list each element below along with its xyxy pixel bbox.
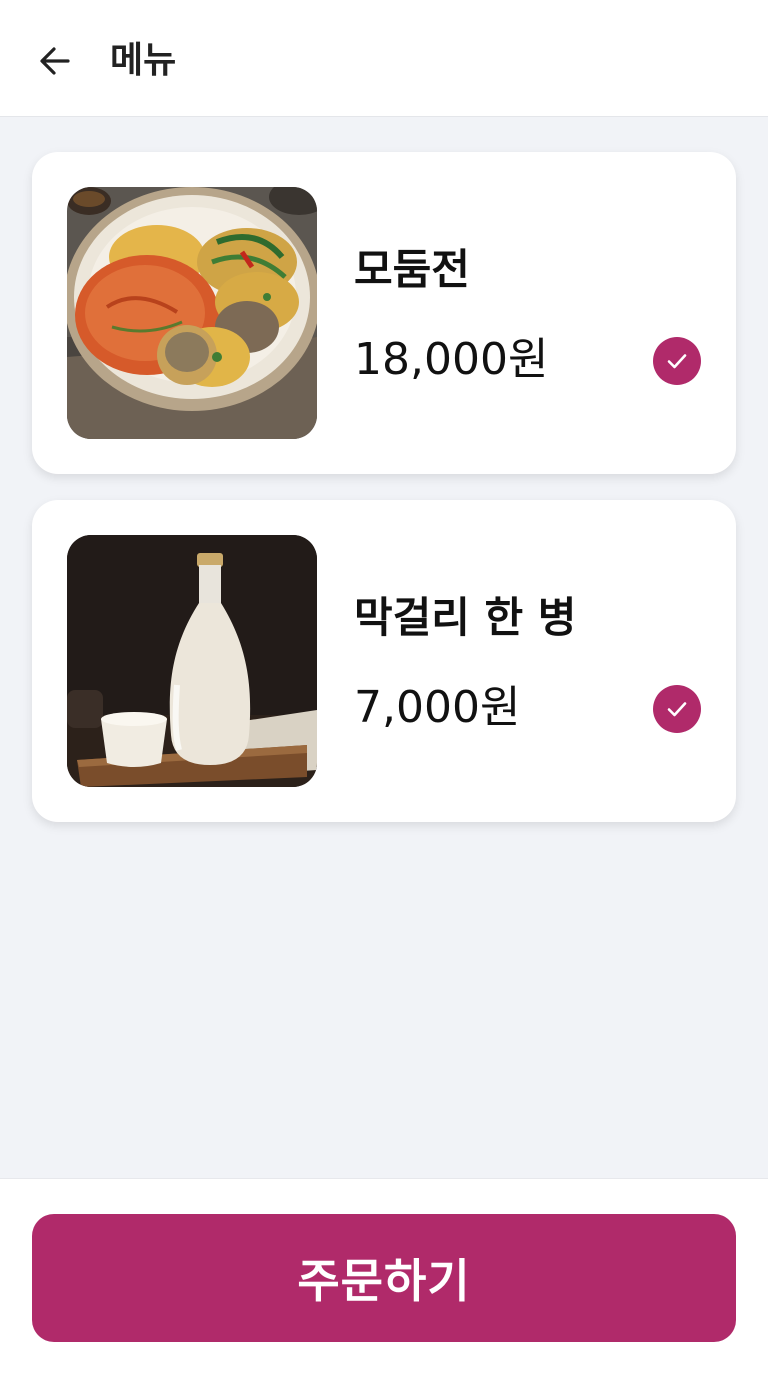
assorted-jeon-photo [67,187,317,439]
item-name: 모둠전 [354,245,470,294]
top-app-bar: 메뉴 [0,0,768,117]
page-title: 메뉴 [110,40,177,81]
item-price: 18,000원 [354,334,549,385]
arrow-left-icon [40,47,70,75]
item-price: 7,000원 [354,682,521,733]
order-button[interactable]: 주문하기 [32,1214,736,1342]
makgeolli-bottle-photo [67,535,317,787]
check-icon [667,354,687,369]
selected-checkbox[interactable] [653,337,701,385]
menu-item-card[interactable]: 막걸리 한 병 7,000원 [32,500,736,822]
item-name: 막걸리 한 병 [354,593,577,642]
bottom-action-bar: 주문하기 [0,1178,768,1376]
selected-checkbox[interactable] [653,685,701,733]
check-icon [667,702,687,717]
menu-screen: 메뉴 모둠전 18,000원 막걸리 한 병 7,000원 주문하기 [0,0,768,1376]
back-button[interactable] [30,36,80,86]
menu-item-card[interactable]: 모둠전 18,000원 [32,152,736,474]
